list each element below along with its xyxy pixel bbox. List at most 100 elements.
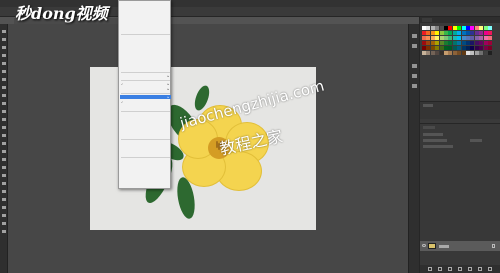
menu-item[interactable] [120, 141, 171, 145]
adjustments-tab[interactable] [423, 104, 433, 107]
color-swatch[interactable] [430, 36, 435, 40]
color-swatch[interactable] [479, 26, 484, 30]
color-swatch[interactable] [452, 46, 457, 50]
tool-button[interactable] [2, 198, 6, 201]
color-swatch[interactable] [452, 31, 457, 35]
color-swatch[interactable] [444, 46, 448, 50]
tool-button[interactable] [2, 118, 6, 121]
color-swatch[interactable] [439, 26, 444, 30]
color-swatch[interactable] [474, 26, 479, 30]
color-swatch[interactable] [488, 31, 492, 35]
tool-button[interactable] [2, 38, 6, 41]
adjustment-layer-icon[interactable] [458, 267, 462, 271]
tool-button[interactable] [2, 150, 6, 153]
color-swatch[interactable] [479, 46, 484, 50]
menu-item[interactable] [120, 36, 171, 40]
color-swatch[interactable] [426, 26, 431, 30]
delete-layer-icon[interactable] [488, 267, 492, 271]
color-swatch[interactable] [422, 31, 426, 35]
color-swatch[interactable] [470, 41, 475, 45]
tool-button[interactable] [2, 230, 6, 233]
color-swatch[interactable] [470, 36, 475, 40]
color-swatch[interactable] [466, 46, 470, 50]
color-swatch[interactable] [426, 41, 431, 45]
menu-item[interactable] [120, 3, 171, 7]
tool-button[interactable] [2, 62, 6, 65]
color-swatch[interactable] [430, 31, 435, 35]
color-swatch[interactable] [488, 36, 492, 40]
color-swatch[interactable] [457, 31, 462, 35]
color-swatch[interactable] [488, 51, 492, 55]
color-swatch[interactable] [435, 46, 440, 50]
color-swatch[interactable] [483, 26, 488, 30]
tool-button[interactable] [2, 86, 6, 89]
color-swatch[interactable] [461, 36, 466, 40]
color-swatch[interactable] [457, 26, 462, 30]
tool-button[interactable] [2, 214, 6, 217]
tool-button[interactable] [2, 166, 6, 169]
menu-item[interactable] [120, 66, 171, 70]
color-swatch[interactable] [439, 46, 444, 50]
menu-item[interactable] [120, 51, 171, 55]
color-swatch[interactable] [435, 41, 440, 45]
color-swatch[interactable] [488, 41, 492, 45]
color-swatch[interactable] [488, 26, 492, 30]
layer-filter-kind[interactable] [423, 133, 443, 136]
menu-item[interactable]: ✓ [120, 100, 171, 104]
lock-options[interactable] [423, 145, 453, 148]
color-swatch[interactable] [461, 31, 466, 35]
color-swatch[interactable] [466, 36, 470, 40]
menu-item[interactable]: ▸ [120, 74, 171, 78]
color-swatch[interactable] [474, 41, 479, 45]
color-swatch[interactable] [483, 51, 488, 55]
color-swatch[interactable] [452, 41, 457, 45]
tool-button[interactable] [2, 142, 6, 145]
color-swatch[interactable] [430, 51, 435, 55]
color-swatch[interactable] [452, 36, 457, 40]
color-swatch[interactable] [461, 41, 466, 45]
color-swatch[interactable] [488, 46, 492, 50]
color-swatch[interactable] [466, 41, 470, 45]
color-swatch[interactable] [470, 26, 475, 30]
menu-item[interactable] [120, 118, 171, 122]
tool-button[interactable] [2, 54, 6, 57]
color-swatch[interactable] [470, 31, 475, 35]
color-swatch[interactable] [422, 26, 426, 30]
menu-item[interactable] [120, 61, 171, 65]
color-swatch[interactable] [426, 36, 431, 40]
color-swatch[interactable] [470, 51, 475, 55]
menu-item[interactable] [120, 133, 171, 137]
color-swatch[interactable] [452, 26, 457, 30]
color-swatch[interactable] [466, 26, 470, 30]
layer-row-background[interactable] [420, 241, 500, 251]
color-swatch[interactable] [439, 36, 444, 40]
color-swatch[interactable] [439, 31, 444, 35]
color-swatch[interactable] [435, 26, 440, 30]
tool-button[interactable] [2, 70, 6, 73]
color-swatch[interactable] [457, 51, 462, 55]
color-swatch[interactable] [457, 46, 462, 50]
color-swatch[interactable] [461, 46, 466, 50]
tool-button[interactable] [2, 190, 6, 193]
color-swatch[interactable] [426, 46, 431, 50]
color-swatch[interactable] [448, 46, 453, 50]
color-swatch[interactable] [483, 41, 488, 45]
tool-button[interactable] [2, 174, 6, 177]
color-swatch[interactable] [479, 41, 484, 45]
menu-item[interactable] [120, 8, 171, 12]
color-swatch[interactable] [426, 51, 431, 55]
color-swatch[interactable] [430, 46, 435, 50]
menu-item[interactable] [120, 28, 171, 32]
blend-mode-select[interactable] [423, 139, 447, 142]
brush-icon[interactable] [412, 64, 417, 68]
color-swatch[interactable] [483, 31, 488, 35]
color-swatch[interactable] [422, 51, 426, 55]
color-swatch[interactable] [474, 46, 479, 50]
tab-color[interactable] [422, 18, 432, 22]
menu-item[interactable]: ▸ [120, 95, 171, 99]
menu-item[interactable] [120, 46, 171, 50]
menu-item[interactable] [120, 13, 171, 17]
color-swatch[interactable] [466, 31, 470, 35]
color-swatch[interactable] [479, 51, 484, 55]
tool-button[interactable] [2, 102, 6, 105]
